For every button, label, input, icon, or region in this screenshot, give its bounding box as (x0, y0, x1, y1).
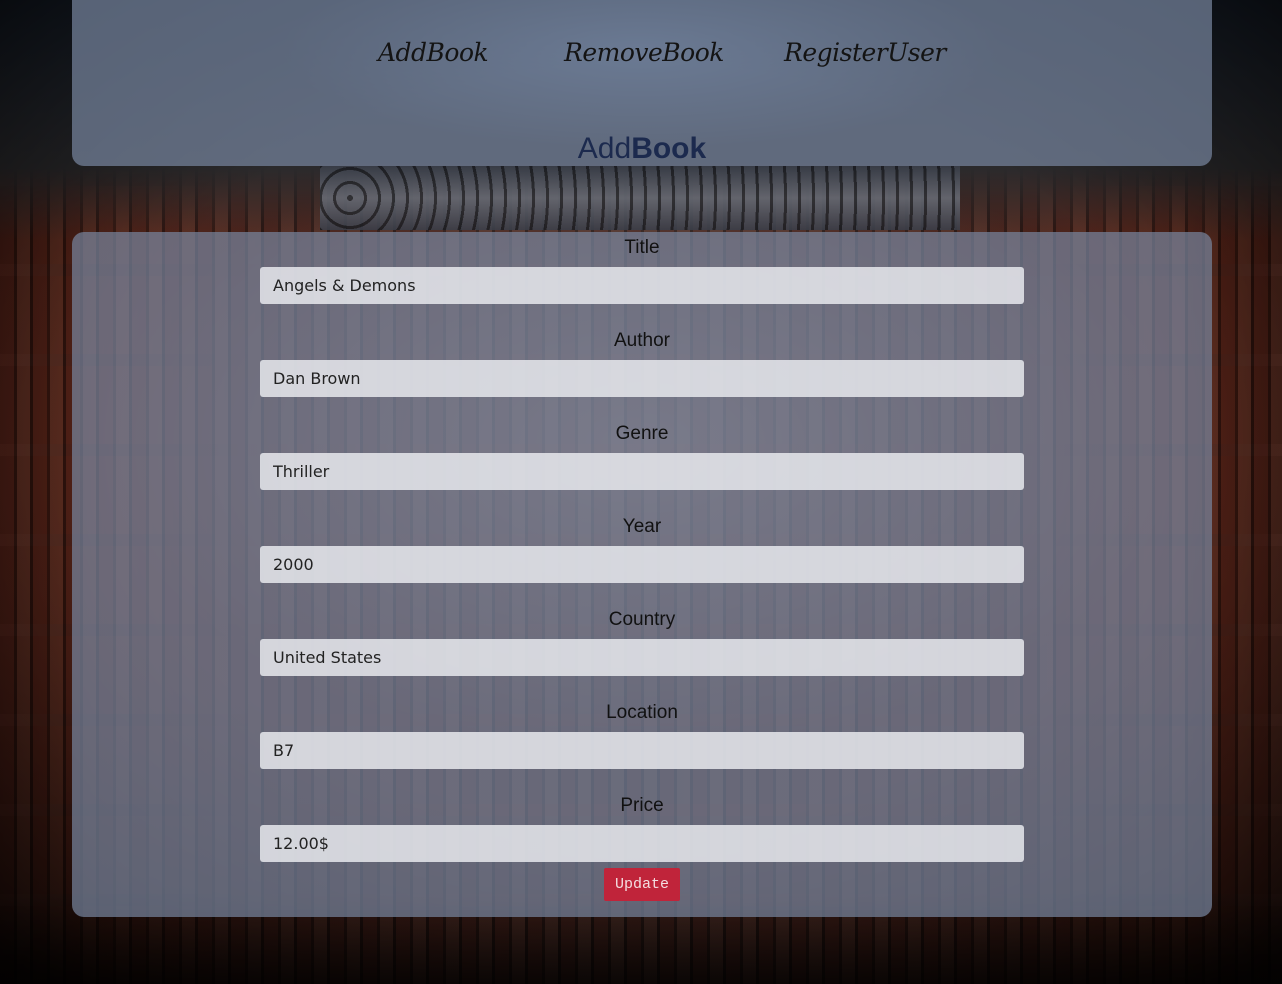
page-title-prefix: Add (577, 132, 632, 165)
genre-input[interactable] (260, 453, 1024, 490)
page-title-bold: Book (631, 132, 707, 165)
title-label: Title (624, 237, 660, 258)
year-input[interactable] (260, 546, 1024, 583)
location-field-group: Location (260, 697, 1024, 790)
country-label: Country (608, 609, 676, 630)
nav-add-book-link[interactable]: AddBook (378, 38, 489, 67)
location-label: Location (606, 702, 678, 723)
nav-remove-book-link[interactable]: RemoveBook (564, 38, 724, 67)
price-label: Price (620, 795, 664, 816)
genre-label: Genre (615, 423, 669, 444)
main-nav: AddBook RemoveBook RegisterUser (72, 38, 1212, 82)
update-button[interactable]: Update (604, 868, 680, 901)
price-input[interactable] (260, 825, 1024, 862)
genre-field-group: Genre (260, 418, 1024, 511)
nav-register-user-link[interactable]: RegisterUser (784, 38, 946, 67)
title-field-group: Title (260, 232, 1024, 325)
country-field-group: Country (260, 604, 1024, 697)
year-label: Year (622, 516, 662, 537)
add-book-form: Title Author Genre Year Country Location… (72, 232, 1212, 917)
location-input[interactable] (260, 732, 1024, 769)
author-field-group: Author (260, 325, 1024, 418)
author-label: Author (614, 330, 670, 351)
country-input[interactable] (260, 639, 1024, 676)
header-panel: AddBook RemoveBook RegisterUser AddBook (72, 0, 1212, 166)
author-input[interactable] (260, 360, 1024, 397)
title-input[interactable] (260, 267, 1024, 304)
page-title: AddBook (72, 132, 1212, 166)
year-field-group: Year (260, 511, 1024, 604)
